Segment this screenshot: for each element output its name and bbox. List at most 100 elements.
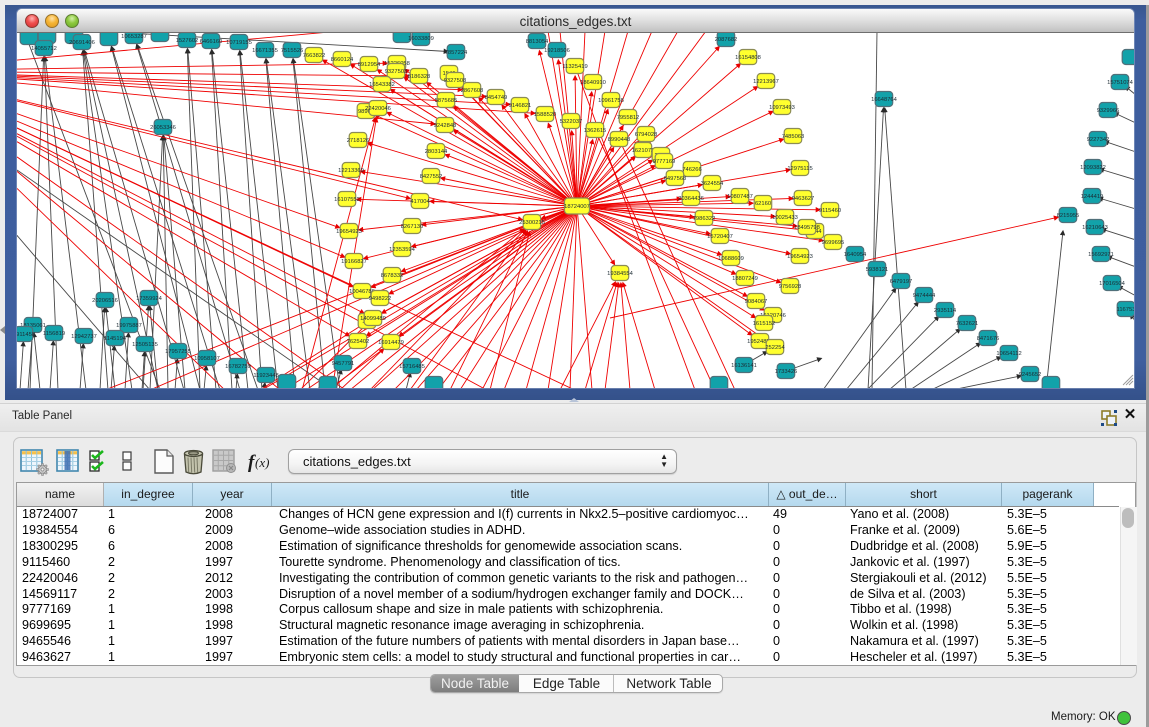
svg-text:3911458: 3911458	[17, 332, 35, 338]
svg-text:9327503: 9327503	[385, 69, 408, 75]
svg-text:16543382: 16543382	[369, 82, 395, 88]
svg-text:16107552: 16107552	[334, 197, 360, 203]
svg-text:9756928: 9756928	[779, 284, 802, 290]
svg-text:1621072: 1621072	[632, 148, 655, 154]
svg-text:9777169: 9777169	[653, 159, 676, 165]
svg-text:12213967: 12213967	[753, 79, 779, 85]
svg-text:18640910: 18640910	[580, 80, 606, 86]
svg-text:9227342: 9227342	[1087, 137, 1110, 143]
svg-text:7625402: 7625402	[347, 339, 370, 345]
svg-text:16136141: 16136141	[731, 363, 757, 369]
svg-text:6479197: 6479197	[890, 279, 913, 285]
svg-text:7986322: 7986322	[693, 216, 716, 222]
svg-text:15716485: 15716485	[399, 364, 425, 370]
svg-text:2718126: 2718126	[347, 138, 370, 144]
svg-text:9457791: 9457791	[332, 361, 355, 367]
svg-text:9146821: 9146821	[509, 103, 532, 109]
svg-text:14055712: 14055712	[31, 46, 57, 52]
svg-text:1527602: 1527602	[176, 38, 199, 44]
svg-text:12093822: 12093822	[1080, 165, 1106, 171]
svg-text:10807487: 10807487	[727, 194, 753, 200]
svg-text:1615152: 1615152	[753, 321, 776, 327]
svg-text:12975115: 12975115	[787, 166, 812, 172]
svg-text:12213369: 12213369	[338, 168, 364, 174]
svg-text:16033809: 16033809	[408, 36, 434, 42]
svg-text:20206516: 20206516	[92, 298, 118, 304]
svg-text:20364436: 20364436	[678, 196, 704, 202]
svg-text:19166827: 19166827	[341, 259, 367, 265]
svg-text:17957255: 17957255	[165, 349, 191, 355]
svg-text:10719155: 10719155	[226, 40, 252, 46]
svg-text:16914479: 16914479	[378, 340, 404, 346]
svg-text:26053346: 26053346	[150, 125, 176, 131]
svg-text:252254: 252254	[765, 345, 785, 351]
svg-text:25300215: 25300215	[519, 220, 545, 226]
svg-text:(x): (x)	[255, 455, 269, 470]
svg-text:7632621: 7632621	[956, 321, 979, 327]
svg-text:12353594: 12353594	[389, 247, 416, 253]
svg-text:9245652: 9245652	[1019, 372, 1042, 378]
svg-text:8454749: 8454749	[485, 95, 508, 101]
svg-text:10688609: 10688609	[718, 256, 744, 262]
svg-text:15751074: 15751074	[1107, 80, 1134, 86]
svg-text:1733426: 1733426	[775, 369, 798, 375]
svg-text:3624554: 3624554	[701, 181, 724, 187]
svg-text:7663822: 7663822	[303, 53, 326, 59]
svg-text:8471676: 8471676	[977, 336, 1000, 342]
svg-text:8215955: 8215955	[1057, 213, 1080, 219]
svg-text:18807249: 18807249	[732, 276, 758, 282]
svg-text:9498222: 9498222	[369, 296, 392, 302]
svg-text:116753: 116753	[1117, 307, 1134, 313]
svg-text:10973493: 10973493	[769, 105, 795, 111]
svg-text:7515526: 7515526	[281, 48, 304, 54]
svg-text:1640954: 1640954	[844, 252, 867, 258]
svg-text:11923448: 11923448	[253, 373, 278, 379]
svg-text:8427552: 8427552	[420, 174, 443, 180]
svg-text:8660124: 8660124	[331, 57, 354, 63]
svg-text:417004: 417004	[410, 199, 430, 205]
svg-text:62160: 62160	[755, 201, 771, 207]
svg-text:2935114: 2935114	[934, 308, 957, 314]
svg-text:9463627: 9463627	[792, 196, 815, 202]
svg-text:1145194: 1145194	[104, 336, 127, 342]
svg-text:10958107: 10958107	[194, 356, 220, 362]
svg-text:9327508: 9327508	[444, 78, 467, 84]
svg-text:12942737: 12942737	[71, 334, 97, 340]
svg-text:16782759: 16782759	[225, 364, 251, 370]
svg-text:6497568: 6497568	[664, 176, 687, 182]
svg-text:8186328: 8186328	[408, 74, 431, 80]
svg-text:15692971: 15692971	[1088, 252, 1114, 258]
svg-text:9329966: 9329966	[1097, 108, 1120, 114]
svg-text:10653287: 10653287	[121, 34, 147, 40]
svg-text:7485063: 7485063	[782, 134, 805, 140]
svg-text:8678332: 8678332	[381, 273, 404, 279]
svg-text:18724007: 18724007	[564, 204, 590, 210]
svg-text:1362615: 1362615	[584, 128, 607, 134]
svg-text:7857224: 7857224	[445, 50, 468, 56]
svg-text:12505135: 12505135	[132, 342, 158, 348]
svg-text:8912954: 8912954	[358, 62, 381, 68]
svg-text:19975887: 19975887	[116, 323, 142, 329]
svg-text:746266: 746266	[682, 167, 701, 173]
svg-text:2087682: 2087682	[715, 37, 738, 43]
svg-text:19384554: 19384554	[607, 271, 634, 277]
svg-text:9474444: 9474444	[913, 293, 936, 299]
svg-text:2803144: 2803144	[425, 149, 448, 155]
svg-text:22420046: 22420046	[365, 106, 391, 112]
svg-text:16671355: 16671355	[252, 48, 278, 54]
svg-text:9242848: 9242848	[434, 123, 457, 129]
svg-text:9084067: 9084067	[745, 299, 768, 305]
svg-text:6794028: 6794028	[635, 132, 658, 138]
svg-text:9115460: 9115460	[819, 208, 841, 214]
svg-text:7955812: 7955812	[617, 115, 640, 121]
svg-text:1156819: 1156819	[43, 331, 65, 337]
svg-text:8267130: 8267130	[401, 224, 424, 230]
svg-text:1244419: 1244419	[1081, 194, 1104, 200]
svg-text:8990448: 8990448	[608, 137, 631, 143]
svg-text:19218506: 19218506	[544, 48, 570, 54]
svg-text:17359924: 17359924	[136, 296, 163, 302]
svg-text:16154808: 16154808	[735, 55, 761, 61]
svg-text:11325419: 11325419	[562, 64, 587, 70]
svg-text:10025433: 10025433	[772, 215, 798, 221]
svg-text:16210643: 16210643	[1082, 225, 1108, 231]
